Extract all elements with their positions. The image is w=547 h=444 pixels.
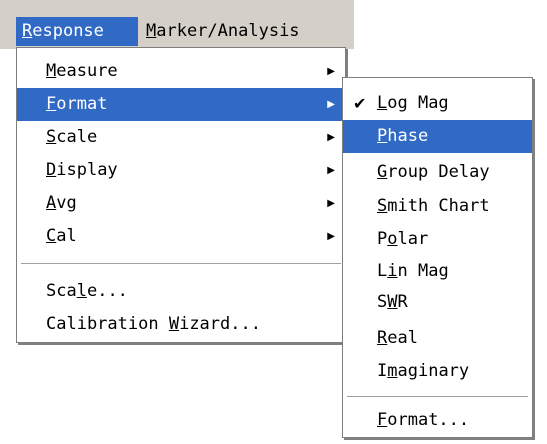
format-item-format-dialog[interactable]: Format... [343,404,532,437]
menu-item-scale-dialog-label: Scale... [46,281,128,301]
menu-item-calibration-wizard[interactable]: Calibration Wizard... [17,308,345,341]
format-item-log-mag-label: Log Mag [377,93,449,113]
submenu-arrow-icon: ▶ [327,66,335,77]
menu-item-measure-label: Measure [46,61,118,81]
format-submenu: ✔ Log Mag Phase Group Delay Smith Chart P… [342,77,533,438]
menu-item-avg[interactable]: Avg ▶ [17,187,345,220]
format-item-log-mag[interactable]: ✔ Log Mag [343,87,532,120]
menu-item-cal-label: Cal [46,226,77,246]
menu-item-format-label: Format [46,94,108,114]
menu-item-measure[interactable]: Measure ▶ [17,55,345,88]
format-item-group-delay-label: Group Delay [377,162,490,182]
menu-item-scale-dialog[interactable]: Scale... [17,275,345,308]
menu-response[interactable]: Response [16,17,138,46]
format-item-lin-mag[interactable]: Lin Mag [343,255,532,288]
format-item-group-delay[interactable]: Group Delay [343,156,532,189]
menu-item-cal[interactable]: Cal ▶ [17,220,345,253]
menu-marker-analysis-label: Marker/Analysis [146,21,300,41]
format-item-real-label: Real [377,328,418,348]
menu-response-label: Response [22,21,104,41]
format-item-smith-chart[interactable]: Smith Chart [343,190,532,223]
format-item-swr-label: SWR [377,292,408,312]
menu-marker-analysis[interactable]: Marker/Analysis [140,17,348,46]
menu-item-display[interactable]: Display ▶ [17,154,345,187]
submenu-arrow-icon: ▶ [327,99,335,110]
menu-item-display-label: Display [46,160,118,180]
checkmark-icon: ✔ [353,94,367,113]
format-item-imaginary-label: Imaginary [377,361,470,381]
format-item-imaginary[interactable]: Imaginary [343,355,532,388]
submenu-arrow-icon: ▶ [327,165,335,176]
format-item-lin-mag-label: Lin Mag [377,261,449,281]
menu-item-scale[interactable]: Scale ▶ [17,121,345,154]
menu-separator [21,263,341,265]
submenu-arrow-icon: ▶ [327,198,335,209]
menu-item-avg-label: Avg [46,193,77,213]
format-item-smith-chart-label: Smith Chart [377,196,490,216]
menu-item-format[interactable]: Format ▶ [17,88,345,121]
response-dropdown-menu: Measure ▶ Format ▶ Scale ▶ Display ▶ Avg ▶ Ca… [16,47,346,343]
format-item-polar[interactable]: Polar [343,223,532,256]
menu-item-calibration-wizard-label: Calibration Wizard... [46,314,261,334]
menu-item-scale-label: Scale [46,127,98,147]
format-item-polar-label: Polar [377,229,429,249]
format-item-format-dialog-label: Format... [377,410,470,430]
format-item-phase-label: Phase [377,126,429,146]
format-item-phase[interactable]: Phase [343,120,532,153]
format-item-real[interactable]: Real [343,322,532,355]
submenu-arrow-icon: ▶ [327,132,335,143]
format-item-swr[interactable]: SWR [343,286,532,319]
menu-bar: Response Marker/Analysis [0,0,354,49]
menu-separator [347,396,528,398]
submenu-arrow-icon: ▶ [327,231,335,242]
